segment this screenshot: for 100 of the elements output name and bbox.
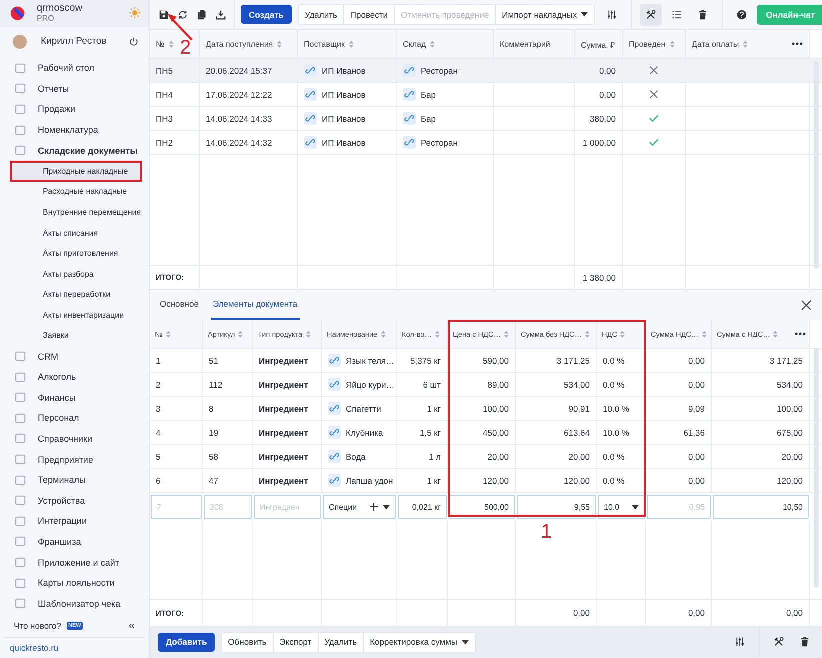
scrollbar[interactable] — [814, 348, 819, 588]
help-icon — [737, 10, 748, 20]
caret-icon[interactable] — [383, 504, 390, 510]
nav-subitem[interactable]: Акты приготовления — [0, 243, 149, 264]
input-field[interactable]: 0,021 кг — [398, 495, 447, 519]
table-cell: Ингредиент — [259, 356, 308, 366]
nav-item[interactable]: CRM — [0, 346, 149, 367]
nav-subitem[interactable]: Расходные накладные — [0, 182, 149, 202]
add-button[interactable]: Добавить — [158, 632, 216, 652]
link-icon[interactable] — [403, 112, 416, 125]
link-icon[interactable] — [403, 88, 416, 101]
sort-icon[interactable] — [743, 40, 748, 48]
plus-icon[interactable] — [370, 503, 378, 511]
annotation-arrow — [167, 13, 193, 41]
collapse-button[interactable]: « — [128, 620, 135, 632]
sort-icon[interactable] — [277, 40, 282, 48]
column-header[interactable]: Проведен — [629, 40, 666, 48]
vat-select[interactable]: 10.0 — [598, 495, 645, 519]
table-row[interactable]: ПН4 17.06.2024 12:22 ИП Иванов Бар 0,00 — [150, 83, 822, 107]
sort-icon[interactable] — [702, 330, 707, 338]
nav-subitem[interactable]: Акты разбора — [0, 264, 149, 284]
nav-subitem[interactable]: Акты переработки — [0, 284, 149, 306]
close-icon[interactable] — [801, 300, 812, 310]
toolbar-button[interactable]: Удалить — [298, 5, 344, 24]
sliders-icon — [735, 637, 745, 647]
table-row[interactable]: ПН2 14.06.2024 14:32 ИП Иванов Ресторан 1 000,00 — [150, 131, 822, 155]
tab[interactable]: Основное — [158, 290, 201, 320]
scrollbar[interactable] — [814, 61, 819, 269]
table-cell: 1 — [156, 356, 161, 366]
tools-button[interactable] — [640, 4, 662, 26]
table-row[interactable]: ПН5 20.06.2024 15:37 ИП Иванов Ресторан 0,00 — [150, 59, 822, 83]
nav-item[interactable]: Складские документы — [0, 140, 149, 161]
whats-new-link[interactable]: Что нового? — [14, 621, 62, 631]
sort-icon[interactable] — [670, 40, 675, 48]
nav-subitem[interactable]: Акты списания — [0, 222, 149, 244]
link-icon[interactable] — [403, 64, 416, 77]
table-cell: 120,00 — [777, 476, 803, 486]
more-icon[interactable] — [792, 42, 803, 46]
sort-icon[interactable] — [504, 330, 510, 338]
sort-icon[interactable] — [166, 330, 171, 338]
sort-icon[interactable] — [435, 330, 440, 338]
power-icon[interactable] — [129, 36, 139, 47]
nav-item[interactable]: Франшиза — [0, 532, 149, 552]
toolbar-button[interactable]: Обновить — [222, 632, 274, 652]
nav-item[interactable]: Предприятие — [0, 449, 149, 470]
column-header[interactable]: Поставщик — [304, 40, 346, 48]
nav-item[interactable]: Рабочий стол — [0, 58, 149, 79]
link-icon[interactable] — [304, 64, 317, 77]
input-field[interactable]: 500,00 — [449, 495, 515, 519]
nav-item[interactable]: Терминалы — [0, 470, 149, 490]
sort-icon[interactable] — [773, 330, 778, 338]
nav-item[interactable]: Отчеты — [0, 78, 149, 100]
link-icon[interactable] — [328, 426, 341, 439]
link-icon[interactable] — [328, 378, 341, 391]
link-icon[interactable] — [328, 354, 341, 367]
more-icon[interactable] — [795, 332, 806, 336]
table-row[interactable]: ПН3 14.06.2024 14:33 ИП Иванов Бар 380,00 — [150, 107, 822, 131]
sort-icon[interactable] — [306, 330, 311, 338]
nav-subitem[interactable]: Заявки — [0, 326, 149, 346]
nav-item[interactable]: Финансы — [0, 387, 149, 408]
nav-item[interactable]: Алкоголь — [0, 366, 149, 388]
input-field[interactable]: 9,55 — [517, 495, 596, 519]
nav-item[interactable]: Шаблонизатор чека — [0, 593, 149, 614]
input-field[interactable]: 10,50 — [713, 495, 809, 519]
link-icon[interactable] — [304, 136, 317, 149]
column-header[interactable]: Дата оплаты — [692, 40, 740, 48]
nav-item[interactable]: Карты лояльности — [0, 572, 149, 594]
sort-icon[interactable] — [585, 330, 590, 338]
sort-icon[interactable] — [349, 40, 354, 48]
link-icon[interactable] — [328, 474, 341, 487]
link-icon[interactable] — [304, 112, 317, 125]
column-header[interactable]: Сумма, ₽ — [581, 38, 616, 50]
sort-icon[interactable] — [168, 40, 174, 48]
sort-icon[interactable] — [430, 40, 436, 48]
site-link[interactable]: quickresto.ru — [0, 638, 149, 658]
nav-item[interactable]: Приложение и сайт — [0, 552, 149, 573]
link-icon[interactable] — [328, 402, 341, 415]
sort-icon[interactable] — [380, 330, 386, 338]
sort-icon[interactable] — [620, 330, 626, 338]
nav-subitem[interactable]: Акты инвентаризации — [0, 305, 149, 326]
column-header[interactable]: Комментарий — [500, 40, 550, 48]
link-icon[interactable] — [403, 136, 416, 149]
nav-item[interactable]: Устройства — [0, 490, 149, 512]
column-header[interactable]: Склад — [403, 40, 426, 48]
column-header[interactable]: Дата поступления — [206, 40, 274, 48]
create-button[interactable]: Создать — [241, 5, 292, 24]
sun-icon[interactable] — [129, 7, 141, 20]
nav-item[interactable]: Справочники — [0, 428, 149, 450]
nav-item[interactable]: Номенклатура — [0, 120, 149, 140]
nav-item[interactable]: Интеграции — [0, 511, 149, 532]
nav-subitem[interactable]: Внутренние перемещения — [0, 202, 149, 223]
link-icon[interactable] — [304, 88, 317, 101]
product-select[interactable]: Специи — [323, 495, 396, 519]
link-icon[interactable] — [328, 450, 341, 463]
nav-subitem[interactable]: Приходные накладные — [10, 160, 142, 182]
sort-icon[interactable] — [238, 330, 244, 338]
caret-icon[interactable] — [632, 504, 639, 510]
column-header[interactable]: № — [156, 40, 165, 48]
nav-item[interactable]: Персонал — [0, 408, 149, 429]
nav-item[interactable]: Продажи — [0, 99, 149, 120]
